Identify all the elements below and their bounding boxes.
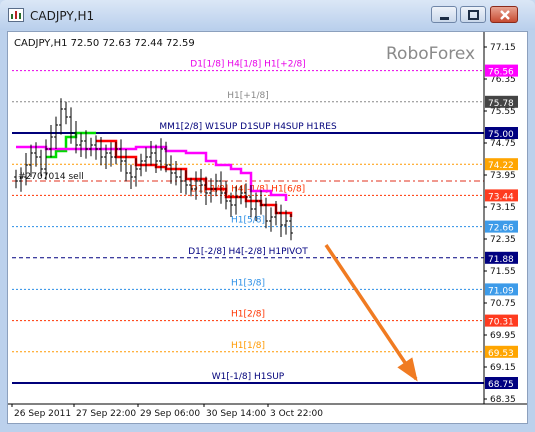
price-tag: 76.56 <box>485 64 518 78</box>
y-tick-label: 70.75 <box>490 299 516 309</box>
level-label-0: D1[1/8] H4[1/8] H1[+2/8] <box>190 60 305 70</box>
level-label-8: H1[2/8] <box>231 310 265 320</box>
y-tick-label: 69.15 <box>490 363 516 373</box>
y-tick-label: 72.35 <box>490 235 516 245</box>
price-tag: 71.09 <box>485 283 518 296</box>
level-label-2: MM1[2/8] W1SUP D1SUP H4SUP H1RES <box>159 122 337 132</box>
level-label-9: H1[1/8] <box>231 341 265 351</box>
chart-area[interactable]: D1[1/8] H4[1/8] H1[+2/8] H1[+1/8] MM1[2/8]… <box>7 31 528 424</box>
maximize-icon <box>468 10 479 20</box>
price-bar[interactable] <box>119 139 123 172</box>
price-chart[interactable]: D1[1/8] H4[1/8] H1[+2/8] H1[+1/8] MM1[2/8]… <box>8 32 527 423</box>
price-bar[interactable] <box>124 149 128 182</box>
svg-text:75.78: 75.78 <box>488 99 514 109</box>
price-bar[interactable] <box>114 141 118 165</box>
svg-text:72.66: 72.66 <box>488 224 514 234</box>
window-title: CADJPY,H1 <box>30 9 95 23</box>
price-tag: 75.78 <box>485 95 518 109</box>
price-tag: 73.44 <box>485 189 518 202</box>
svg-text:74.22: 74.22 <box>488 161 514 171</box>
x-tick-label: 3 Oct 22:00 <box>270 409 323 419</box>
price-bar[interactable] <box>279 204 283 237</box>
x-tick-label: 27 Sep 22:00 <box>76 409 136 419</box>
price-bar[interactable] <box>149 141 153 166</box>
level-label-6: D1[-2/8] H4[-2/8] H1PIVOT <box>188 247 308 257</box>
level-label-5: H1[5/8] <box>231 216 265 226</box>
svg-text:71.09: 71.09 <box>488 286 514 296</box>
price-bar[interactable] <box>134 158 138 187</box>
price-bar[interactable] <box>84 130 88 159</box>
maximize-button[interactable] <box>460 6 486 23</box>
svg-text:69.53: 69.53 <box>488 349 514 359</box>
price-bar[interactable] <box>144 147 148 172</box>
price-tag: 71.88 <box>485 251 518 265</box>
level-label-7: H1[3/8] <box>231 278 265 288</box>
svg-text:71.88: 71.88 <box>488 255 514 265</box>
chart-window-icon <box>8 8 24 22</box>
price-bar[interactable] <box>59 98 63 135</box>
price-bar[interactable] <box>154 144 158 173</box>
sell-order-label[interactable]: #2707014 sell <box>18 172 84 182</box>
price-bar[interactable] <box>49 125 53 158</box>
price-bar[interactable] <box>94 135 98 160</box>
svg-text:70.31: 70.31 <box>488 318 514 328</box>
x-tick-label: 29 Sep 06:00 <box>140 409 200 419</box>
price-bar[interactable] <box>184 170 188 195</box>
y-tick-label: 77.15 <box>490 43 516 53</box>
watermark-label: RoboForex <box>386 44 475 64</box>
y-tick-label: 68.35 <box>490 395 516 405</box>
close-icon <box>500 10 510 20</box>
price-bar[interactable] <box>64 101 68 125</box>
svg-text:68.75: 68.75 <box>488 380 514 390</box>
x-tick-label: 30 Sep 14:00 <box>206 409 266 419</box>
price-tag: 68.75 <box>485 377 518 390</box>
y-tick-label: 74.75 <box>490 139 516 149</box>
price-bar[interactable] <box>179 168 183 193</box>
close-button[interactable] <box>490 6 518 23</box>
y-tick-label: 71.55 <box>490 267 516 277</box>
y-tick-label: 69.95 <box>490 331 516 341</box>
price-tag: 74.22 <box>485 158 518 171</box>
svg-text:75.00: 75.00 <box>488 130 514 140</box>
price-tag: 75.00 <box>485 127 518 140</box>
level-label-1: H1[+1/8] <box>227 91 269 101</box>
title-bar[interactable]: CADJPY,H1 <box>0 0 535 30</box>
price-bar[interactable] <box>109 142 113 167</box>
price-bar[interactable] <box>79 132 83 157</box>
y-tick-label: 73.15 <box>490 203 516 213</box>
x-tick-label: 26 Sep 2011 <box>14 409 71 419</box>
svg-text:73.44: 73.44 <box>488 192 514 202</box>
price-bar[interactable] <box>69 107 73 144</box>
chart-window: CADJPY,H1 D1[1/8] H4[1/8] H1[+2/8] H1[+1/… <box>0 0 535 432</box>
forecast-arrow[interactable] <box>324 244 418 382</box>
price-bar[interactable] <box>89 137 93 157</box>
price-tag: 70.31 <box>485 314 518 328</box>
price-tag: 72.66 <box>485 220 518 234</box>
price-bar[interactable] <box>269 207 273 232</box>
svg-text:76.56: 76.56 <box>488 68 514 78</box>
symbol-info: CADJPY,H1 72.50 72.63 72.44 72.59 <box>14 38 195 49</box>
minimize-icon <box>440 17 449 20</box>
price-bar[interactable] <box>159 138 163 171</box>
price-tag: 69.53 <box>485 345 518 359</box>
level-label-10: W1[-1/8] H1SUP <box>212 372 285 382</box>
minimize-button[interactable] <box>431 6 457 23</box>
price-bar[interactable] <box>129 164 133 189</box>
y-tick-label: 73.95 <box>490 171 516 181</box>
